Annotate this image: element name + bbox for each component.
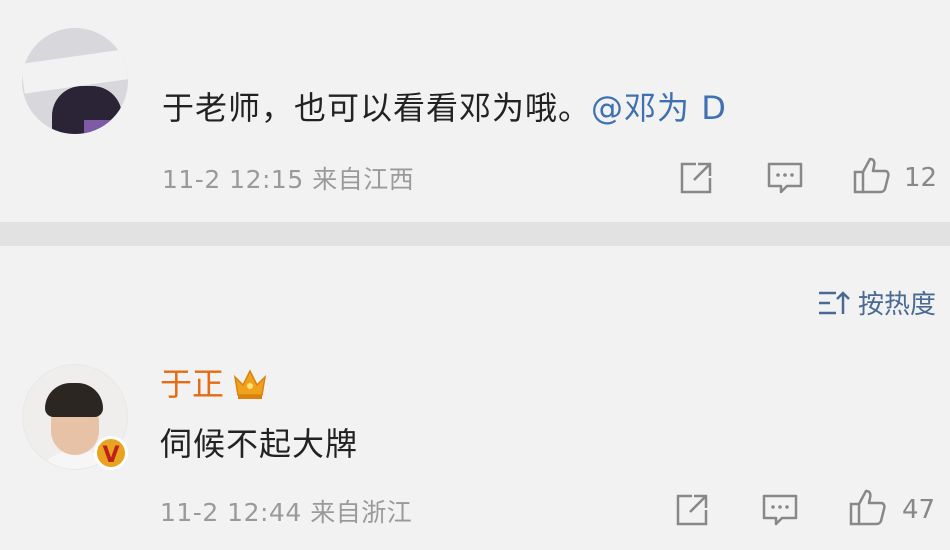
comment-icon[interactable] [765, 158, 805, 198]
comment-text: 于老师，也可以看看邓为哦。@邓为 D [162, 86, 727, 130]
location: 来自江西 [312, 165, 415, 194]
username[interactable]: 于正 [160, 364, 268, 404]
like-count: 47 [902, 495, 936, 525]
sort-icon [818, 290, 850, 314]
comment-meta: 11-2 12:44 来自浙江 [160, 493, 412, 529]
section-divider [0, 222, 950, 246]
avatar[interactable] [22, 28, 128, 134]
username-text: 于正 [160, 365, 225, 403]
share-icon[interactable] [676, 158, 716, 198]
comment-meta: 11-2 12:15 来自江西 [162, 160, 414, 196]
timestamp: 11-2 12:15 [162, 165, 304, 194]
comment-text: 伺候不起大牌 [160, 425, 359, 463]
like-count: 12 [904, 163, 938, 193]
verified-badge: V [94, 436, 128, 470]
mention-link[interactable]: @邓为 D [591, 89, 727, 127]
timestamp: 11-2 12:44 [160, 498, 302, 527]
thumbs-up-icon[interactable] [848, 488, 888, 528]
share-icon[interactable] [672, 490, 712, 530]
crown-icon [233, 369, 267, 399]
comment-icon[interactable] [760, 490, 800, 530]
comment-body: 于老师，也可以看看邓为哦。 [162, 89, 592, 127]
thumbs-up-icon[interactable] [852, 156, 892, 196]
comments-section [0, 246, 950, 550]
comment-item-1: 于老师，也可以看看邓为哦。@邓为 D 11-2 12:15 来自江西 12 [0, 0, 950, 222]
sort-label: 按热度 [857, 290, 936, 320]
location: 来自浙江 [310, 498, 413, 527]
sort-button[interactable]: 按热度 [818, 284, 936, 321]
